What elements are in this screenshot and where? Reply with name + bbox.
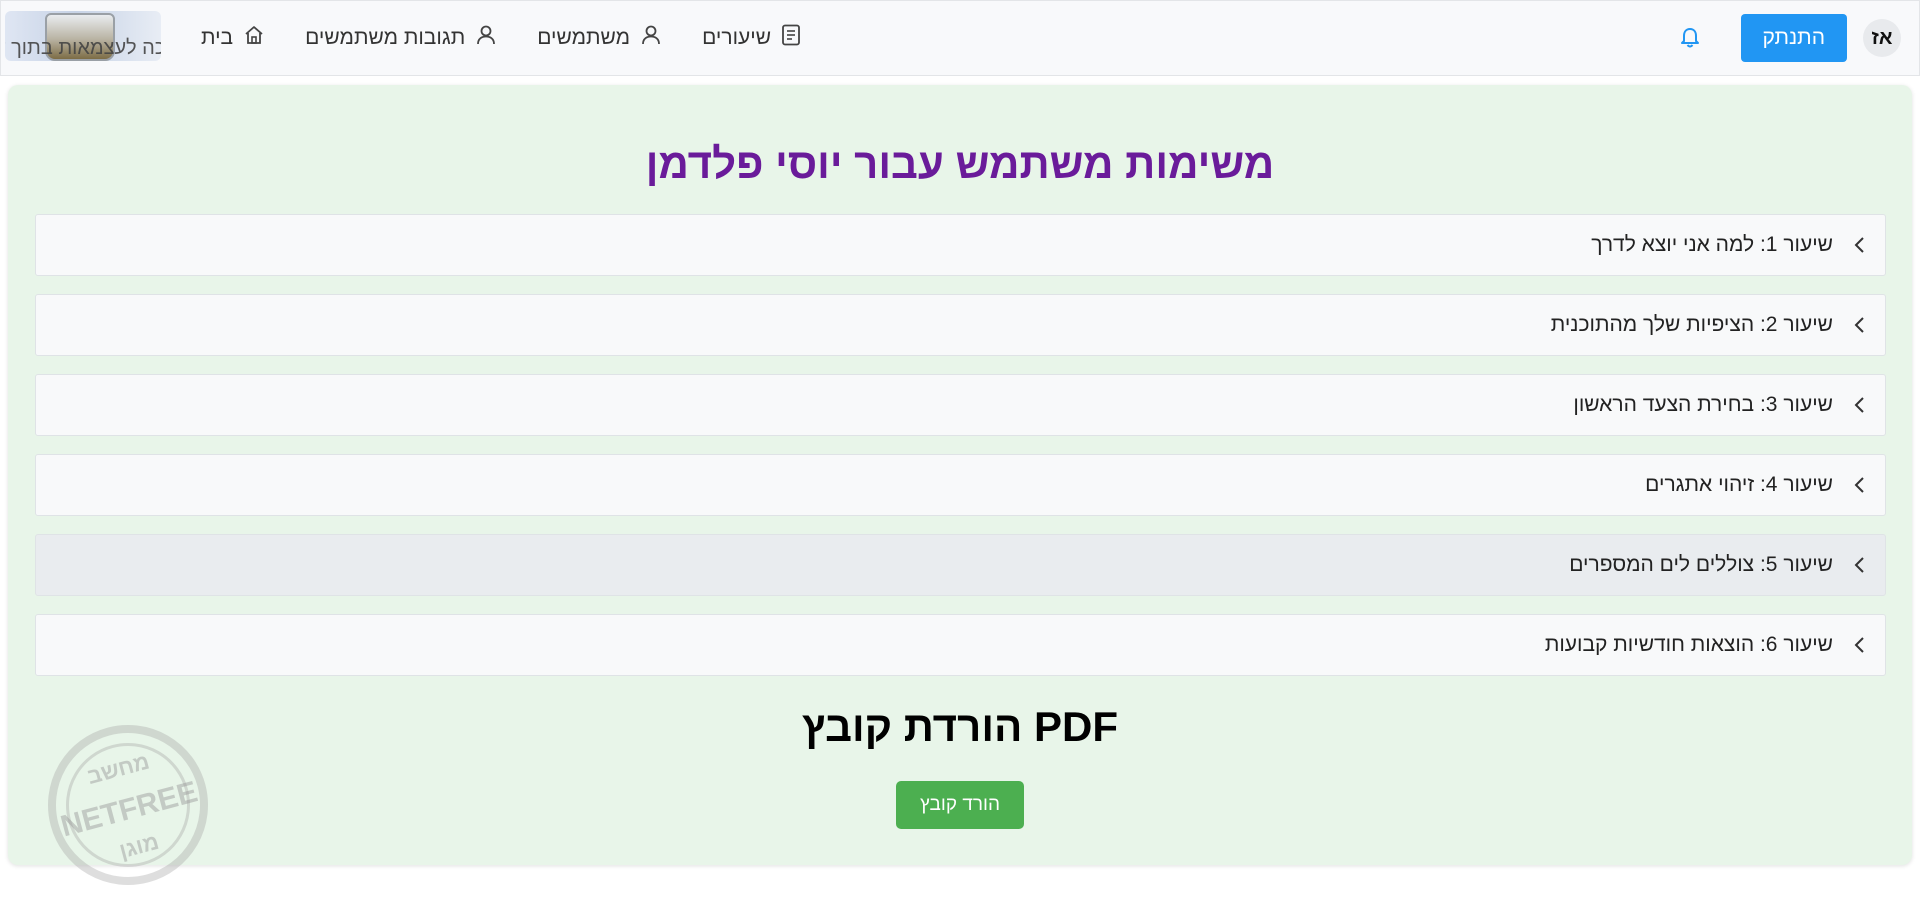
document-icon	[781, 24, 801, 52]
logo-text: הפיכה לעצמאות בתוך דק	[5, 37, 161, 59]
lesson-accordion: שיעור 1: למה אני יוצא לדרך שיעור 2: הציפ…	[35, 214, 1886, 694]
lesson-title: שיעור 3: בחירת הצעד הראשון	[1573, 393, 1833, 416]
bell-icon[interactable]	[1677, 25, 1703, 51]
nav-item-user-feedback[interactable]: תגובות משתמשים	[305, 24, 497, 52]
chevron-left-icon	[1847, 636, 1865, 654]
nav-label: בית	[201, 26, 234, 49]
home-icon	[243, 24, 265, 52]
nav-label: תגובות משתמשים	[305, 26, 466, 49]
main-nav: שיעורים משתמשים תגובות משתמשים בית הפיכה…	[1, 1, 801, 75]
nav-label: משתמשים	[537, 26, 631, 49]
user-icon	[640, 24, 662, 52]
page-title: משימות משתמש עבור יוסי פלדמן	[645, 140, 1275, 187]
lesson-item[interactable]: שיעור 2: הציפיות שלך מהתוכנית	[35, 294, 1886, 356]
lesson-item[interactable]: שיעור 3: בחירת הצעד הראשון	[35, 374, 1886, 436]
lesson-title: שיעור 1: למה אני יוצא לדרך	[1591, 233, 1833, 256]
chevron-left-icon	[1847, 236, 1865, 254]
lesson-title: שיעור 5: צוללים לים המספרים	[1569, 553, 1833, 576]
download-file-button[interactable]: הורד קובץ	[896, 781, 1024, 829]
lesson-title: שיעור 2: הציפיות שלך מהתוכנית	[1550, 313, 1833, 336]
top-navbar: אז התנתק שיעורים משתמשים תגובות משתמשים …	[0, 0, 1920, 76]
tasks-panel: משימות משתמש עבור יוסי פלדמן שיעור 1: למ…	[8, 85, 1912, 903]
lesson-title: שיעור 4: זיהוי אתגרים	[1645, 473, 1833, 496]
chevron-left-icon	[1847, 396, 1865, 414]
nav-item-home[interactable]: בית	[201, 24, 265, 52]
pdf-download-heading: PDF הורדת קובץ	[801, 703, 1119, 750]
site-logo[interactable]: הפיכה לעצמאות בתוך דק	[5, 11, 161, 61]
user-controls: אז התנתק	[1677, 1, 1901, 75]
chevron-left-icon	[1847, 316, 1865, 334]
nav-label: שיעורים	[702, 26, 772, 49]
lesson-item[interactable]: שיעור 5: צוללים לים המספרים	[35, 534, 1886, 596]
lesson-item[interactable]: שיעור 4: זיהוי אתגרים	[35, 454, 1886, 516]
user-icon	[475, 24, 497, 52]
chevron-left-icon	[1847, 476, 1865, 494]
lesson-item[interactable]: שיעור 6: הוצאות חודשיות קבועות	[35, 614, 1886, 676]
nav-item-users[interactable]: משתמשים	[537, 24, 662, 52]
avatar[interactable]: אז	[1863, 19, 1901, 57]
logout-button[interactable]: התנתק	[1740, 14, 1847, 62]
chevron-left-icon	[1847, 556, 1865, 574]
nav-item-lessons[interactable]: שיעורים	[702, 24, 801, 52]
lesson-item[interactable]: שיעור 1: למה אני יוצא לדרך	[35, 214, 1886, 276]
lesson-title: שיעור 6: הוצאות חודשיות קבועות	[1544, 633, 1833, 656]
